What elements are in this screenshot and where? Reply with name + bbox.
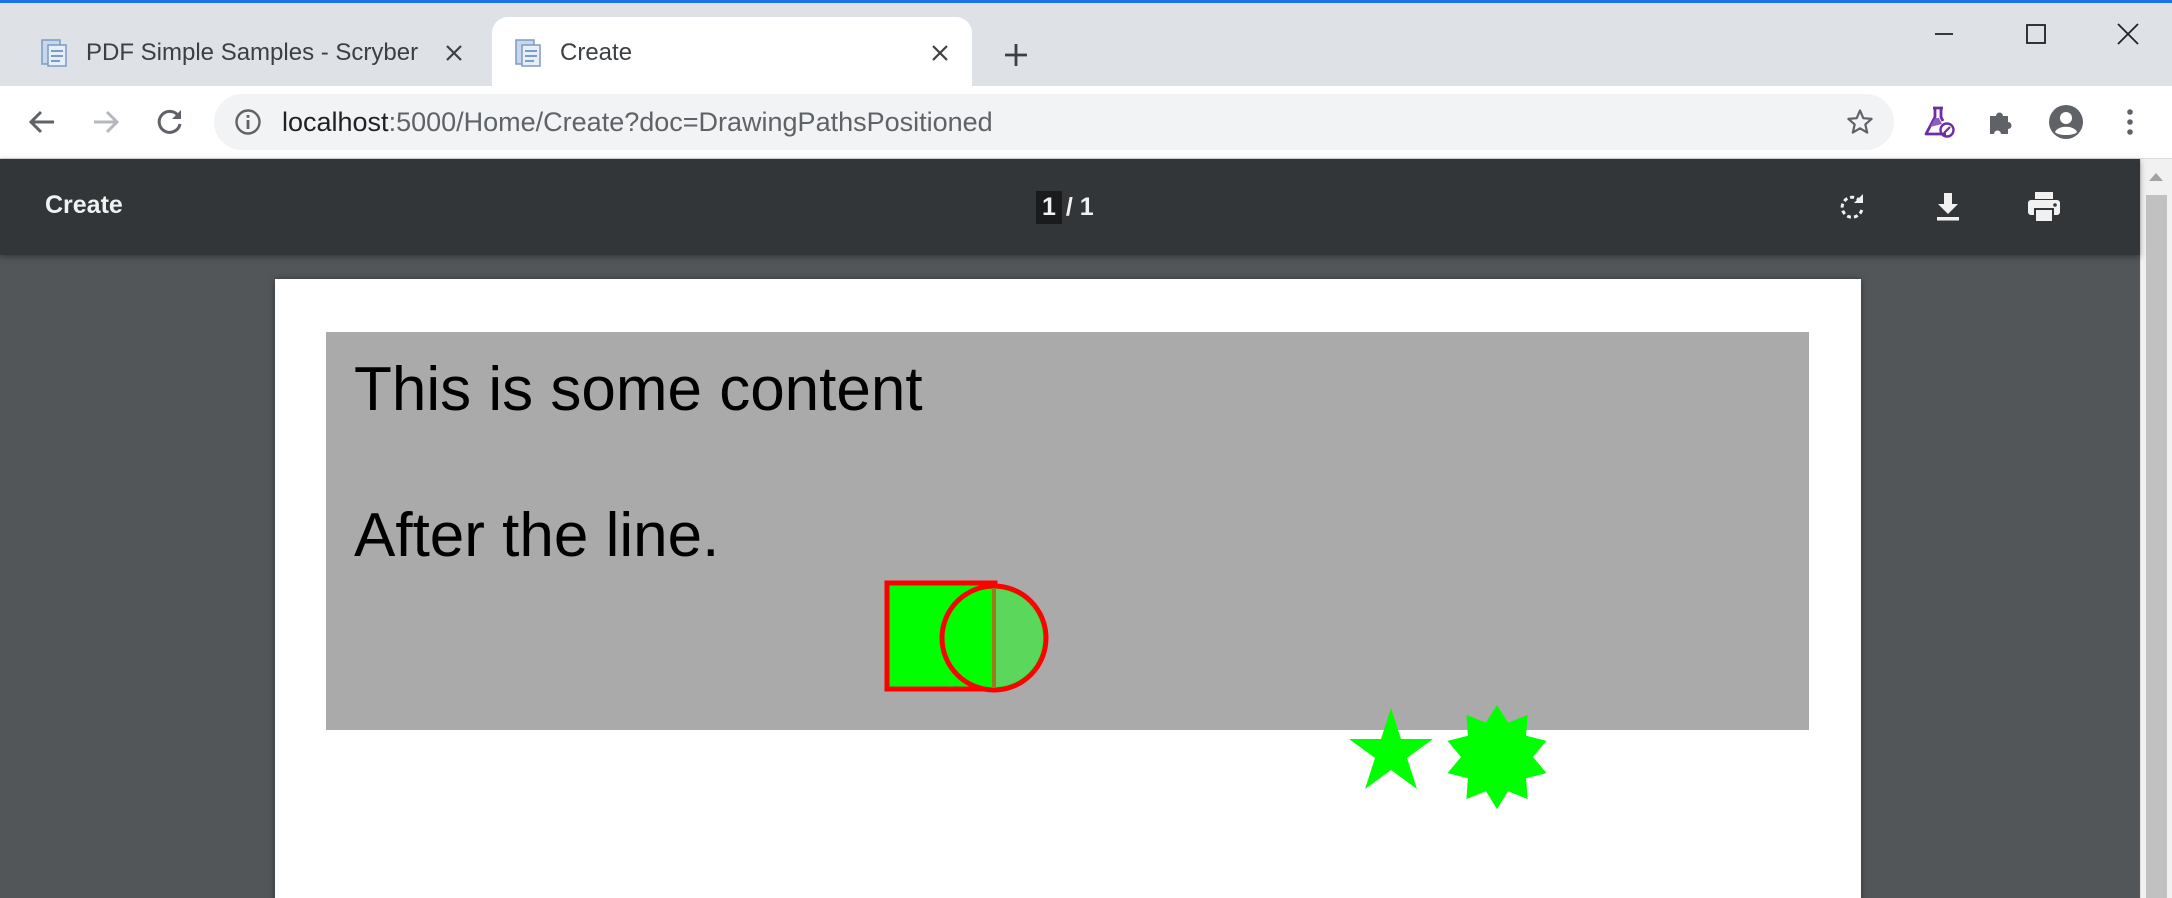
- close-tab-icon[interactable]: [922, 35, 958, 71]
- tab-pdf-simple-samples[interactable]: PDF Simple Samples - Scryber: [18, 17, 486, 89]
- profile-button[interactable]: [2042, 98, 2090, 146]
- document-favicon-icon: [512, 37, 544, 69]
- url-path: :5000/Home/Create?doc=DrawingPathsPositi…: [388, 107, 993, 137]
- reload-button[interactable]: [146, 98, 194, 146]
- account-avatar-icon: [2049, 105, 2083, 139]
- pdf-document-title: Create: [45, 191, 123, 219]
- more-menu-button[interactable]: [2106, 98, 2154, 146]
- url-text[interactable]: localhost:5000/Home/Create?doc=DrawingPa…: [282, 107, 993, 138]
- current-page-input[interactable]: 1: [1036, 190, 1062, 224]
- plus-icon: [1005, 44, 1027, 66]
- scroll-up-arrow-icon[interactable]: [2149, 173, 2163, 181]
- extensions-button[interactable]: [1977, 98, 2025, 146]
- browser-toolbar: localhost:5000/Home/Create?doc=DrawingPa…: [0, 86, 2172, 159]
- labs-flask-icon: [1924, 106, 1955, 138]
- tab-create[interactable]: Create: [492, 17, 972, 89]
- page-indicator: 1 / 1: [1036, 189, 1094, 225]
- green-starburst-shape: [1447, 705, 1547, 809]
- tab-title: PDF Simple Samples - Scryber: [86, 39, 419, 66]
- minimize-button[interactable]: [1904, 9, 1984, 59]
- url-host: localhost: [282, 107, 389, 137]
- rotate-button[interactable]: [1830, 185, 1874, 229]
- drawn-shapes: [884, 580, 1547, 809]
- bookmark-star-icon[interactable]: [1844, 106, 1876, 138]
- more-menu-icon: [2127, 109, 2133, 135]
- labs-flask-button[interactable]: [1915, 98, 1963, 146]
- green-star-shape: [1349, 708, 1433, 789]
- download-icon: [1937, 193, 1959, 221]
- page-total: / 1: [1065, 192, 1094, 221]
- close-tab-icon[interactable]: [436, 35, 472, 71]
- pdf-toolbar: Create 1 / 1: [0, 159, 2140, 255]
- pdf-page: This is some content After the line.: [275, 279, 1861, 898]
- forward-button[interactable]: [82, 98, 130, 146]
- scrollbar-thumb[interactable]: [2146, 195, 2167, 898]
- print-button[interactable]: [2022, 185, 2066, 229]
- document-favicon-icon: [38, 37, 70, 69]
- back-button[interactable]: [18, 98, 66, 146]
- maximize-icon: [2026, 24, 2046, 44]
- browser-window: PDF Simple Samples - Scryber Create loca…: [0, 0, 2172, 898]
- close-window-button[interactable]: [2088, 9, 2168, 59]
- tab-title: Create: [560, 39, 633, 66]
- arrow-right-icon: [94, 110, 120, 134]
- minimize-icon: [1935, 33, 1953, 35]
- arrow-left-icon: [28, 110, 54, 134]
- info-icon[interactable]: [232, 106, 264, 138]
- puzzle-extensions-icon: [1990, 112, 2012, 134]
- tab-strip: PDF Simple Samples - Scryber Create: [0, 0, 2172, 89]
- address-bar[interactable]: localhost:5000/Home/Create?doc=DrawingPa…: [214, 94, 1894, 150]
- new-tab-button[interactable]: [994, 33, 1038, 77]
- maximize-button[interactable]: [1996, 9, 2076, 59]
- rotate-icon: [1840, 194, 1864, 219]
- close-icon: [2117, 23, 2139, 45]
- vertical-scrollbar[interactable]: [2140, 159, 2172, 898]
- print-icon: [2028, 192, 2060, 223]
- download-button[interactable]: [1926, 185, 1970, 229]
- reload-icon: [157, 109, 182, 134]
